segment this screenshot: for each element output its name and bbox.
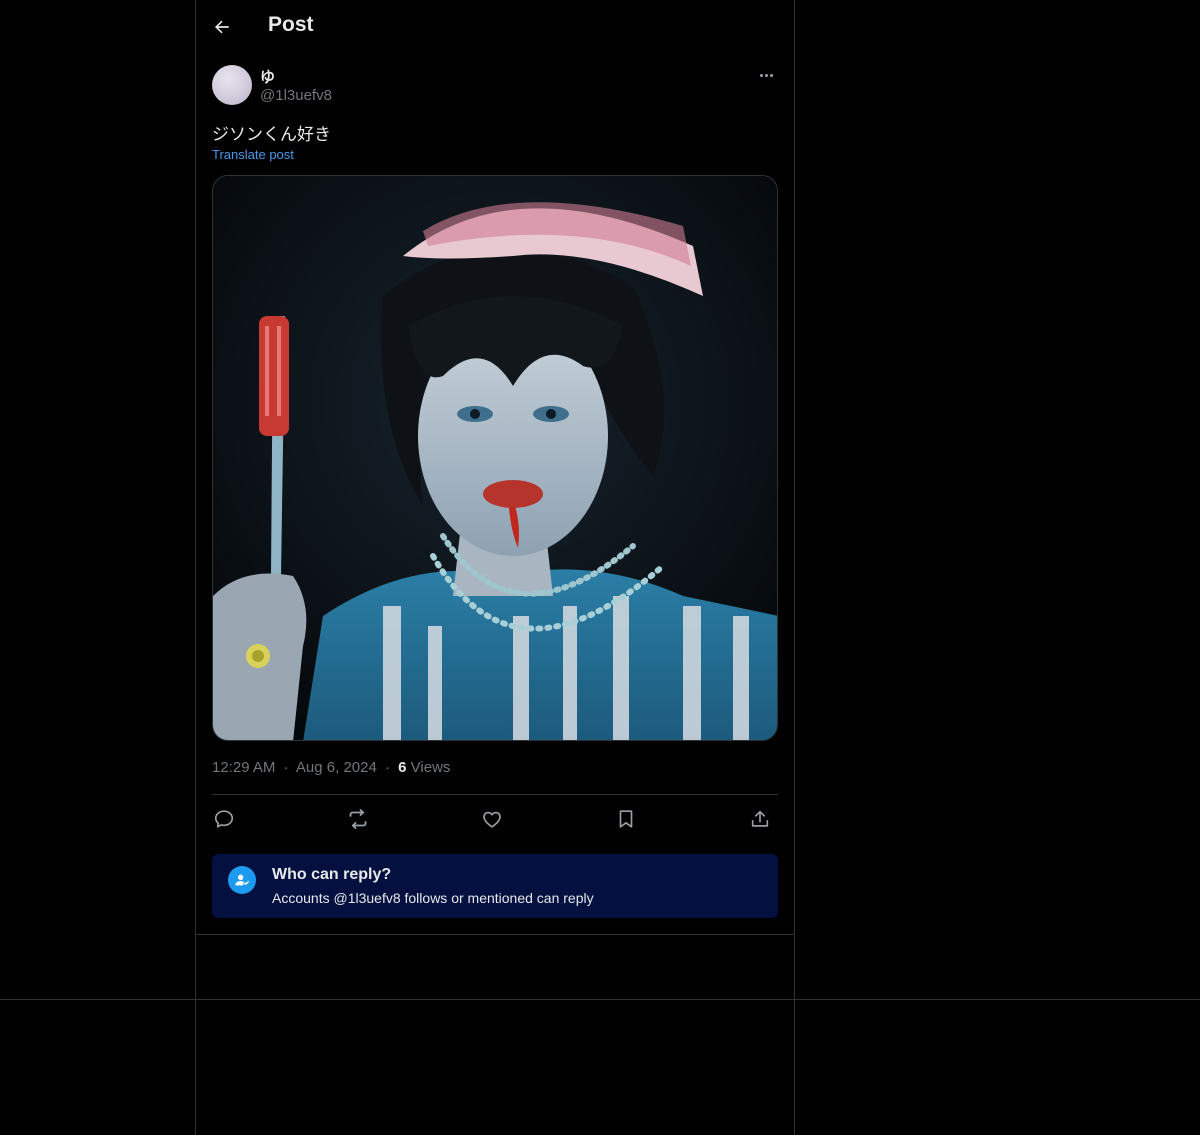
post-text: ジソンくん好き xyxy=(212,125,331,144)
column-border-left xyxy=(195,0,196,1135)
comment-icon xyxy=(214,810,234,828)
post-column: Post ゆ @1l3uefv8 ジソンくん好き Translate post xyxy=(196,0,794,935)
repost-button[interactable] xyxy=(346,807,370,831)
bottom-divider xyxy=(0,999,1200,1000)
post-time[interactable]: 12:29 AM xyxy=(212,759,275,776)
reply-button[interactable] xyxy=(212,807,236,831)
translate-post-link[interactable]: Translate post xyxy=(212,147,294,162)
post-author: ゆ @1l3uefv8 xyxy=(212,65,778,109)
views-label: Views xyxy=(410,759,451,776)
photo xyxy=(213,176,777,740)
meta-divider xyxy=(212,794,778,795)
post-image[interactable] xyxy=(212,175,778,741)
page: Post ゆ @1l3uefv8 ジソンくん好き Translate post xyxy=(0,0,1200,1135)
more-options-button[interactable] xyxy=(754,65,778,85)
bookmark-icon xyxy=(619,810,633,828)
repost-icon xyxy=(349,809,367,829)
bookmark-button[interactable] xyxy=(614,807,638,831)
ellipsis-icon xyxy=(759,73,763,77)
header: Post xyxy=(196,0,794,54)
user-handle[interactable]: @1l3uefv8 xyxy=(260,87,332,104)
post-date[interactable]: Aug 6, 2024 xyxy=(296,759,377,776)
ellipsis-icon xyxy=(764,73,768,77)
heart-icon xyxy=(483,811,501,828)
avatar[interactable] xyxy=(212,65,252,105)
back-button[interactable] xyxy=(208,13,236,41)
ellipsis-icon xyxy=(769,73,773,77)
page-title: Post xyxy=(268,13,314,36)
arrow-left-icon xyxy=(215,20,229,34)
share-button[interactable] xyxy=(748,807,772,831)
post-actions xyxy=(212,803,778,835)
person-check-icon xyxy=(228,866,256,894)
post-meta: 12:29 AM · Aug 6, 2024 · 6 Views xyxy=(212,759,450,776)
column-border-right xyxy=(794,0,795,1135)
views-count: 6 xyxy=(398,759,407,776)
display-name[interactable]: ゆ xyxy=(260,66,275,87)
meta-separator: · xyxy=(384,759,390,776)
post-bottom-border xyxy=(196,934,794,935)
share-icon xyxy=(751,810,769,827)
who-can-reply-banner: Who can reply? Accounts @1l3uefv8 follow… xyxy=(212,854,778,918)
like-button[interactable] xyxy=(480,807,504,831)
meta-separator: · xyxy=(283,759,289,776)
who-can-reply-description: Accounts @1l3uefv8 follows or mentioned … xyxy=(272,890,594,906)
who-can-reply-title: Who can reply? xyxy=(272,866,392,883)
